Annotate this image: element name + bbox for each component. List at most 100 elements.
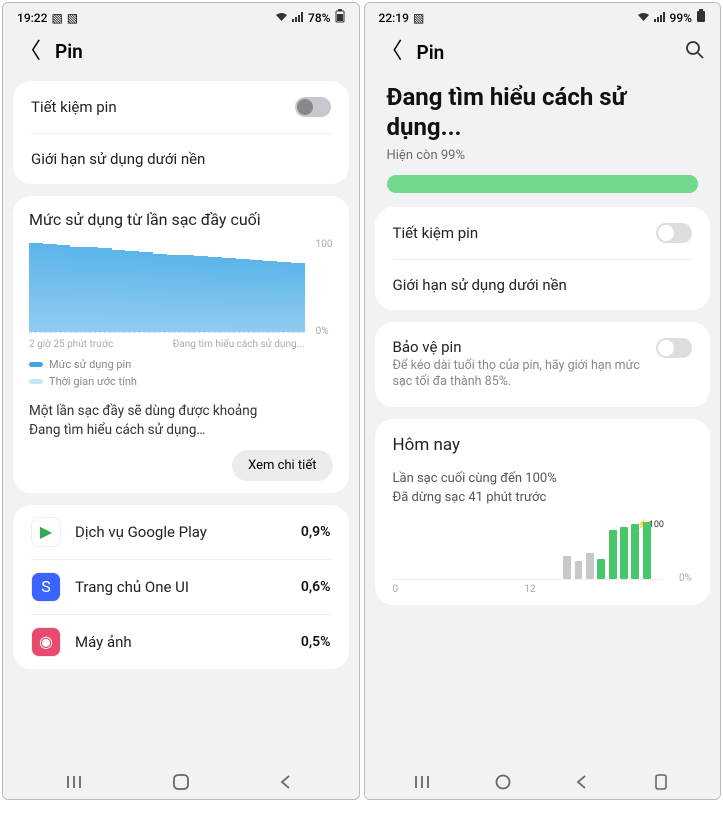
- detail-button[interactable]: Xem chi tiết: [232, 450, 332, 481]
- row-bg-limit[interactable]: Giới hạn sử dụng dưới nền: [13, 134, 349, 184]
- notif-icon: ▧: [51, 11, 62, 25]
- today-bar: [597, 559, 605, 579]
- y-max: 100: [316, 239, 333, 250]
- app-percent: 0,5%: [301, 634, 331, 650]
- today-chart: ⚡100 0%: [393, 522, 693, 594]
- status-time: 22:19: [379, 11, 409, 25]
- app-row[interactable]: S Trang chủ One UI 0,6%: [13, 560, 349, 614]
- protect-card: Bảo vệ pin Để kéo dài tuổi thọ của pin, …: [375, 322, 711, 407]
- x-right: Đang tìm hiểu cách sử dụng...: [173, 339, 305, 350]
- chart-bar: [263, 261, 277, 332]
- today-bar: [575, 561, 583, 578]
- status-battery: 78%: [308, 11, 330, 25]
- today-bar: [563, 556, 571, 579]
- row-power-saving[interactable]: Tiết kiệm pin: [375, 207, 711, 259]
- chart-bar: [139, 252, 153, 332]
- notif-icon-2: ▧: [67, 11, 78, 25]
- app-name: Dịch vụ Google Play: [75, 523, 287, 541]
- navbar: [3, 763, 359, 799]
- hero-title: Đang tìm hiểu cách sử dụng...: [387, 82, 699, 142]
- navbar: [365, 763, 721, 799]
- battery-icon: [696, 9, 706, 26]
- today-bar: [609, 530, 617, 578]
- app-name: Trang chủ One UI: [75, 578, 287, 596]
- usage-title: Mức sử dụng từ lần sạc đầy cuối: [29, 210, 333, 229]
- x-left: 2 giờ 25 phút trước: [29, 339, 113, 350]
- usage-card: Mức sử dụng từ lần sạc đầy cuối 100 0% 2…: [13, 196, 349, 493]
- nav-recents[interactable]: [412, 773, 436, 791]
- toggle-power-saving[interactable]: [656, 223, 692, 243]
- chart-bar: [277, 262, 291, 332]
- app-row[interactable]: ◉Máy ảnh0,5%: [13, 615, 349, 669]
- toggle-protect-battery[interactable]: [656, 338, 692, 358]
- chart-bar: [194, 256, 208, 332]
- chart-bar: [43, 244, 57, 332]
- chart-bar: [222, 258, 236, 332]
- phone-right: 22:19 ▧ 99% 〈 Pin: [364, 2, 722, 800]
- estimate-text: Một lần sạc đầy sẽ dùng được khoảng Đang…: [29, 402, 333, 440]
- app-percent: 0,6%: [301, 579, 331, 595]
- app-icon: S: [31, 572, 61, 602]
- signal-icon: [292, 11, 304, 25]
- notif-icon: ▧: [413, 11, 424, 25]
- row-label: Giới hạn sử dụng dưới nền: [31, 150, 331, 168]
- app-percent: 0,9%: [301, 524, 331, 540]
- page-title: Pin: [417, 41, 445, 64]
- legend-est: Thời gian ước tính: [29, 375, 333, 388]
- apps-card: ▶ Dịch vụ Google Play 0,9% S Trang chủ One U…: [13, 505, 349, 669]
- chart-bar: [167, 255, 181, 332]
- settings-card: Tiết kiệm pin Giới hạn sử dụng dưới nền: [375, 207, 711, 310]
- row-sublabel: Để kéo dài tuổi thọ của pin, hãy giới hạ…: [393, 358, 657, 391]
- chart-bar: [153, 254, 167, 332]
- chart-bar: [98, 248, 112, 332]
- app-icon: ◉: [31, 627, 61, 657]
- row-label: Tiết kiệm pin: [393, 224, 657, 242]
- hero: Đang tìm hiểu cách sử dụng... Hiện còn 9…: [365, 82, 721, 207]
- back-icon[interactable]: 〈: [19, 41, 41, 63]
- nav-back[interactable]: [274, 773, 298, 791]
- battery-icon: [335, 9, 345, 26]
- today-bar: [643, 522, 651, 579]
- row-protect-battery[interactable]: Bảo vệ pin Để kéo dài tuổi thọ của pin, …: [375, 322, 711, 407]
- nav-back[interactable]: [570, 773, 594, 791]
- row-label: Tiết kiệm pin: [31, 98, 295, 116]
- status-battery: 99%: [670, 11, 692, 25]
- app-icon: ▶: [31, 517, 61, 547]
- phone-left: 19:22 ▧ ▧ 78% 〈 Pin: [2, 2, 360, 800]
- today-bar: [586, 553, 594, 579]
- row-label: Giới hạn sử dụng dưới nền: [393, 276, 693, 294]
- toggle-power-saving[interactable]: [295, 97, 331, 117]
- wifi-icon: [637, 11, 650, 25]
- today-title: Hôm nay: [393, 435, 693, 455]
- hero-subtitle: Hiện còn 99%: [387, 148, 699, 163]
- battery-progress-bar: [387, 175, 699, 193]
- chart-bar: [70, 247, 84, 332]
- nav-extra[interactable]: [649, 773, 673, 791]
- search-icon[interactable]: [685, 40, 704, 64]
- chart-bar: [125, 251, 139, 332]
- chart-bar: [112, 250, 126, 332]
- chart-bar: [57, 245, 71, 332]
- app-row[interactable]: ▶ Dịch vụ Google Play 0,9%: [13, 505, 349, 559]
- back-icon[interactable]: 〈: [381, 41, 403, 63]
- chart-bar: [181, 255, 195, 332]
- today-bar: [631, 524, 639, 578]
- today-text: Lần sạc cuối cùng đến 100% Đã dừng sạc 4…: [393, 469, 693, 508]
- chart-bar: [250, 260, 264, 332]
- chart-bar: [29, 243, 43, 332]
- nav-recents[interactable]: [64, 773, 88, 791]
- legend-used: Mức sử dụng pin: [29, 358, 333, 371]
- status-bar: 22:19 ▧ 99%: [365, 3, 721, 30]
- nav-home[interactable]: [169, 773, 193, 791]
- titlebar: 〈 Pin: [365, 30, 721, 82]
- chart-bar: [236, 259, 250, 332]
- today-card: Hôm nay Lần sạc cuối cùng đến 100% Đã dừ…: [375, 419, 711, 605]
- row-label: Bảo vệ pin: [393, 338, 657, 356]
- settings-card: Tiết kiệm pin Giới hạn sử dụng dưới nền: [13, 81, 349, 184]
- today-bar: [620, 527, 628, 578]
- nav-home[interactable]: [491, 773, 515, 791]
- row-bg-limit[interactable]: Giới hạn sử dụng dưới nền: [375, 260, 711, 310]
- row-power-saving[interactable]: Tiết kiệm pin: [13, 81, 349, 133]
- signal-icon: [654, 11, 666, 25]
- status-time: 19:22: [17, 11, 47, 25]
